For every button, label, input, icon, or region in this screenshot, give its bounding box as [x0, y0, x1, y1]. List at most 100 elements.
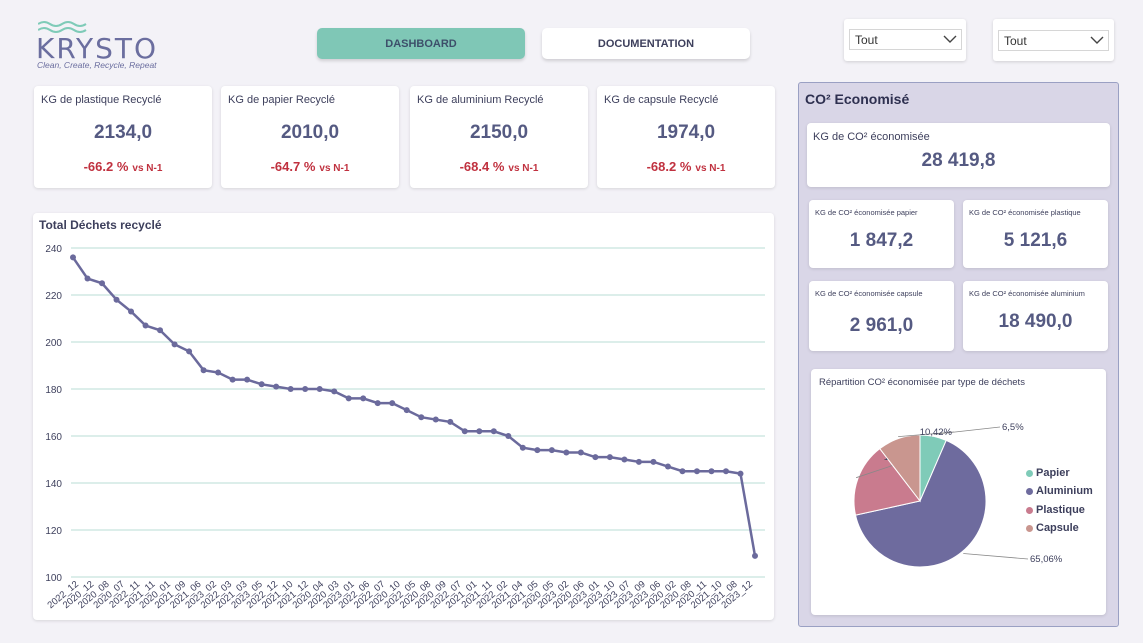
documentation-button[interactable]: DOCUMENTATION	[542, 28, 750, 59]
legend-item-papier[interactable]: Papier	[1026, 467, 1070, 479]
data-point[interactable]	[737, 470, 744, 477]
co2-aluminium-card: KG de CO² économisée aluminium 18 490,0	[963, 281, 1108, 351]
co2-aluminium-value: 18 490,0	[998, 311, 1073, 332]
series-line	[71, 256, 757, 557]
line-chart-card: Total Déchets recyclé 100 120 140 160 180 200…	[33, 213, 774, 620]
data-point[interactable]	[752, 552, 758, 559]
krysto-logo: KRYSTO Clean, Create, Recycle, Repeat	[34, 18, 174, 74]
data-point[interactable]	[476, 428, 483, 435]
data-point[interactable]	[302, 386, 309, 392]
kpi-card-capsule: KG de capsule Recyclé 1974,0 -68.2 % vs N…	[597, 86, 775, 188]
data-point[interactable]	[200, 367, 207, 374]
data-point[interactable]	[374, 400, 381, 407]
line-chart: 1001201401601802002202402022_122020_1220…	[45, 244, 765, 611]
data-point[interactable]	[316, 386, 323, 392]
data-point[interactable]	[331, 388, 338, 395]
kpi-card-papier: KG de papier Recyclé 2010,0 -64.7 % vs N-…	[221, 86, 399, 188]
y-tick-label: 100	[45, 573, 62, 584]
legend-item-plastique[interactable]: Plastique	[1026, 504, 1085, 516]
pie-chart-card: Répartition CO² économisée par type de d…	[811, 369, 1106, 615]
co2-total-card: KG de CO² économisée 28 419,8	[807, 123, 1110, 187]
data-point[interactable]	[360, 395, 367, 402]
legend-item-aluminium[interactable]: Aluminium	[1026, 485, 1093, 497]
data-point[interactable]	[621, 456, 628, 463]
legend-dot	[1026, 469, 1033, 477]
data-point[interactable]	[258, 381, 265, 388]
kpi-title: KG de aluminium Recyclé	[417, 94, 544, 106]
slicer-dropdown-1[interactable]: Tout	[849, 29, 962, 50]
co2-papier-label: KG de CO² économisée papier	[815, 208, 918, 217]
data-point[interactable]	[432, 416, 439, 423]
data-point[interactable]	[70, 254, 76, 261]
delta-compare-label: vs N-1	[132, 163, 163, 174]
slicer-value: Tout	[1004, 33, 1027, 48]
co2-total-label: KG de CO² économisée	[813, 131, 930, 143]
slicer-card-1: Tout	[844, 19, 966, 61]
kpi-card-plastique: KG de plastique Recyclé 2134,0 -66.2 % vs…	[34, 86, 212, 188]
data-point[interactable]	[505, 433, 512, 439]
legend-label: Capsule	[1036, 522, 1079, 534]
data-point[interactable]	[664, 463, 671, 470]
data-point[interactable]	[287, 386, 294, 392]
kpi-delta: -68.4 % vs N-1	[410, 158, 588, 176]
data-point[interactable]	[490, 428, 497, 435]
data-point[interactable]	[244, 376, 251, 383]
data-point[interactable]	[592, 454, 599, 461]
data-point[interactable]	[693, 468, 700, 475]
data-point[interactable]	[418, 414, 425, 421]
y-tick-label: 160	[45, 432, 62, 443]
co2-plastique-card: KG de CO² économisée plastique 5 121,6	[963, 200, 1108, 268]
data-point[interactable]	[142, 322, 149, 329]
kpi-title: KG de plastique Recyclé	[41, 94, 162, 106]
kpi-delta: -68.2 % vs N-1	[597, 158, 775, 176]
delta-percent: -64.7 %	[270, 159, 316, 174]
data-point[interactable]	[577, 449, 584, 456]
data-point[interactable]	[403, 407, 410, 414]
data-point[interactable]	[679, 468, 686, 475]
data-point[interactable]	[113, 296, 120, 303]
slicer-dropdown-2[interactable]: Tout	[998, 30, 1109, 51]
data-point[interactable]	[273, 383, 280, 390]
data-point[interactable]	[186, 348, 193, 355]
y-tick-label: 140	[45, 479, 62, 490]
data-point[interactable]	[563, 449, 570, 456]
data-point[interactable]	[128, 308, 135, 315]
data-point[interactable]	[534, 447, 541, 454]
co2-capsule-label: KG de CO² économisée capsule	[815, 289, 923, 298]
data-point[interactable]	[519, 444, 526, 451]
data-point[interactable]	[548, 447, 555, 454]
data-point[interactable]	[229, 376, 236, 383]
data-point[interactable]	[606, 454, 613, 461]
delta-compare-label: vs N-1	[508, 163, 539, 174]
data-point[interactable]	[215, 369, 222, 376]
data-point[interactable]	[345, 395, 352, 402]
co2-papier-value: 1 847,2	[849, 230, 914, 251]
data-point[interactable]	[635, 458, 642, 465]
data-point[interactable]	[722, 468, 729, 475]
co2-capsule-card: KG de CO² économisée capsule 2 961,0	[809, 281, 954, 351]
y-tick-label: 240	[45, 244, 62, 255]
data-point[interactable]	[650, 458, 657, 465]
legend-dot	[1026, 524, 1033, 532]
data-point[interactable]	[84, 275, 91, 282]
chevron-down-icon	[1090, 36, 1104, 44]
pie-data-label: 6,5%	[1002, 422, 1024, 433]
delta-compare-label: vs N-1	[695, 163, 726, 174]
data-point[interactable]	[157, 327, 164, 334]
legend-item-capsule[interactable]: Capsule	[1026, 522, 1079, 534]
y-tick-label: 120	[45, 526, 62, 537]
data-point[interactable]	[447, 418, 454, 425]
co2-aluminium-label: KG de CO² économisée aluminium	[969, 289, 1085, 298]
kpi-value: 2134,0	[93, 122, 153, 143]
delta-percent: -66.2 %	[83, 159, 129, 174]
dashboard-button[interactable]: DASHBOARD	[317, 28, 525, 59]
data-point[interactable]	[171, 341, 178, 348]
data-point[interactable]	[99, 280, 106, 287]
pie-leader-line	[963, 553, 1029, 560]
data-point[interactable]	[708, 468, 715, 475]
kpi-delta: -64.7 % vs N-1	[221, 158, 399, 176]
slicer-value: Tout	[855, 32, 878, 47]
data-point[interactable]	[389, 400, 396, 407]
data-point[interactable]	[461, 428, 468, 435]
kpi-value: 2010,0	[280, 122, 340, 143]
